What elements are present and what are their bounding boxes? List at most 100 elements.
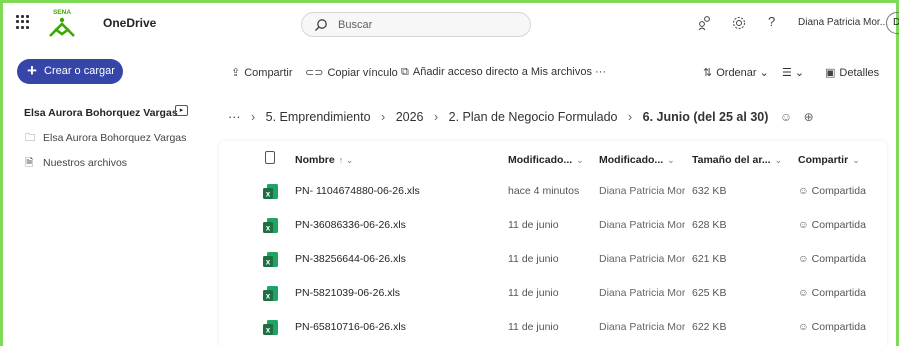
- chevron-down-icon: ⌄: [759, 67, 769, 79]
- search-icon: [315, 19, 327, 31]
- file-name[interactable]: PN-38256644-06-26.xls: [295, 253, 495, 265]
- create-upload-button[interactable]: + Crear o cargar: [17, 59, 123, 84]
- file-name[interactable]: PN-5821039-06-26.xls: [295, 287, 495, 299]
- excel-file-icon: x: [263, 286, 278, 301]
- top-bar: SENA OneDrive Buscar ? Diana Patricia Mo…: [3, 3, 899, 43]
- share-command[interactable]: ⇪ Compartir: [231, 66, 293, 79]
- people-icon: ☺: [798, 253, 812, 265]
- breadcrumb-current: 6. Junio (del 25 al 30): [642, 110, 769, 124]
- file-modified-by: Diana Patricia Mora: [599, 219, 685, 231]
- breadcrumb-ellipsis[interactable]: ···: [228, 110, 241, 124]
- sidebar-item-owner-folder[interactable]: 🗀 Elsa Aurora Bohorquez Vargas: [25, 130, 186, 148]
- sidebar-owner-title: Elsa Aurora Bohorquez Vargas: [24, 107, 178, 119]
- file-type-header-icon[interactable]: [265, 151, 275, 164]
- details-pane-icon: ▣: [825, 67, 836, 79]
- user-avatar[interactable]: D: [886, 12, 899, 34]
- globe-icon[interactable]: ⊕: [804, 110, 814, 124]
- header-name[interactable]: Nombre ↑ ⌄: [295, 154, 495, 166]
- more-commands-button[interactable]: ···: [595, 66, 606, 78]
- svg-text:x: x: [266, 326, 271, 335]
- file-size: 632 KB: [692, 185, 727, 197]
- header-size[interactable]: Tamaño del ar... ⌄: [692, 154, 782, 166]
- breadcrumb-item[interactable]: 2. Plan de Negocio Formulado: [449, 110, 618, 124]
- breadcrumb-item[interactable]: 5. Emprendimiento: [266, 110, 371, 124]
- file-size: 622 KB: [692, 321, 727, 333]
- file-share-status[interactable]: ☺ Compartida: [798, 219, 878, 231]
- svg-text:x: x: [266, 224, 271, 233]
- search-box[interactable]: Buscar: [301, 12, 531, 37]
- pin-icon[interactable]: ▸: [175, 105, 188, 116]
- table-row[interactable]: x PN-38256644-06-26.xls 11 de junio Diana P…: [219, 243, 887, 277]
- help-icon[interactable]: ?: [768, 14, 775, 29]
- file-share-status[interactable]: ☺ Compartida: [798, 321, 878, 333]
- table-row[interactable]: x PN-65810716-06-26.xls 11 de junio Diana P…: [219, 311, 887, 345]
- excel-file-icon: x: [263, 218, 278, 233]
- header-modified-by[interactable]: Modificado... ⌄: [599, 154, 685, 166]
- copy-link-label: Copiar vínculo: [327, 67, 398, 79]
- chevron-right-icon: ›: [250, 110, 256, 124]
- sena-logo: SENA: [49, 9, 75, 37]
- file-modified-by: Diana Patricia Mora: [599, 287, 685, 299]
- file-size: 628 KB: [692, 219, 727, 231]
- chevron-right-icon: ›: [434, 110, 439, 124]
- excel-file-icon: x: [263, 184, 278, 199]
- file-size: 621 KB: [692, 253, 727, 265]
- share-icon: ⇪: [231, 67, 241, 79]
- search-placeholder: Buscar: [338, 19, 373, 31]
- file-modified: 11 de junio: [508, 219, 559, 231]
- app-title[interactable]: OneDrive: [103, 16, 156, 30]
- details-label: Detalles: [839, 67, 880, 79]
- excel-file-icon: x: [263, 320, 278, 335]
- people-icon: ☺: [798, 219, 812, 231]
- sort-icon: ⇅: [703, 67, 713, 79]
- file-modified: hace 4 minutos: [508, 185, 580, 197]
- file-modified: 11 de junio: [508, 253, 559, 265]
- sidebar-item-our-files[interactable]: 🗎 Nuestros archivos: [25, 155, 127, 173]
- file-modified-by: Diana Patricia Mora: [599, 321, 685, 333]
- svg-text:x: x: [266, 190, 271, 199]
- people-icon: ☺: [798, 321, 812, 333]
- link-icon: ⊂⊃: [305, 67, 324, 79]
- people-icon[interactable]: ☺: [780, 110, 792, 124]
- share-label: Compartir: [244, 67, 293, 79]
- file-name[interactable]: PN- 1104674880-06-26.xls: [295, 185, 495, 197]
- file-share-status[interactable]: ☺ Compartida: [798, 253, 878, 265]
- breadcrumb-item[interactable]: 2026: [396, 110, 424, 124]
- table-row[interactable]: x PN- 1104674880-06-26.xls hace 4 minutos D…: [219, 175, 887, 209]
- sort-command[interactable]: ⇅ Ordenar ⌄: [703, 66, 769, 79]
- people-icon: ☺: [798, 287, 812, 299]
- settings-gear-icon[interactable]: [731, 15, 747, 31]
- file-size: 625 KB: [692, 287, 727, 299]
- header-modified[interactable]: Modificado... ⌄: [508, 154, 592, 166]
- breadcrumb: ··· › 5. Emprendimiento › 2026 › 2. Plan…: [228, 110, 814, 124]
- file-share-status[interactable]: ☺ Compartida: [798, 185, 878, 197]
- shared-library-icon: 🗎: [25, 157, 34, 169]
- chevron-right-icon: ›: [628, 110, 633, 124]
- file-modified: 11 de junio: [508, 321, 559, 333]
- table-row[interactable]: x PN-36086336-06-26.xls 11 de junio Diana P…: [219, 209, 887, 243]
- copy-link-command[interactable]: ⊂⊃ Copiar vínculo: [305, 66, 398, 79]
- create-upload-label: Crear o cargar: [44, 65, 115, 77]
- app-launcher-icon[interactable]: [16, 15, 30, 29]
- file-name[interactable]: PN-36086336-06-26.xls: [295, 219, 495, 231]
- file-modified: 11 de junio: [508, 287, 559, 299]
- folder-icon: 🗀: [25, 132, 36, 144]
- add-shortcut-command[interactable]: ⧉ Añadir acceso directo a Mis archivos: [401, 66, 592, 79]
- svg-text:SENA: SENA: [53, 9, 71, 16]
- excel-file-icon: x: [263, 252, 278, 267]
- file-modified-by: Diana Patricia Mora: [599, 185, 685, 197]
- table-header-row: Nombre ↑ ⌄ Modificado... ⌄ Modificado... ⌄ …: [219, 145, 887, 175]
- file-list: Nombre ↑ ⌄ Modificado... ⌄ Modificado... ⌄ …: [219, 141, 887, 346]
- file-share-status[interactable]: ☺ Compartida: [798, 287, 878, 299]
- sort-label: Ordenar: [716, 67, 757, 79]
- view-options-button[interactable]: ☰ ⌄: [782, 66, 804, 79]
- chevron-right-icon: ›: [381, 110, 386, 124]
- add-shortcut-label: Añadir acceso directo a Mis archivos: [412, 66, 592, 78]
- header-share[interactable]: Compartir ⌄: [798, 154, 878, 166]
- user-name[interactable]: Diana Patricia Mor...: [798, 17, 888, 28]
- share-people-icon[interactable]: [697, 15, 713, 31]
- details-command[interactable]: ▣ Detalles: [825, 66, 879, 79]
- table-row[interactable]: x PN-5821039-06-26.xls 11 de junio Diana Pa…: [219, 277, 887, 311]
- shortcut-icon: ⧉: [401, 66, 409, 78]
- file-name[interactable]: PN-65810716-06-26.xls: [295, 321, 495, 333]
